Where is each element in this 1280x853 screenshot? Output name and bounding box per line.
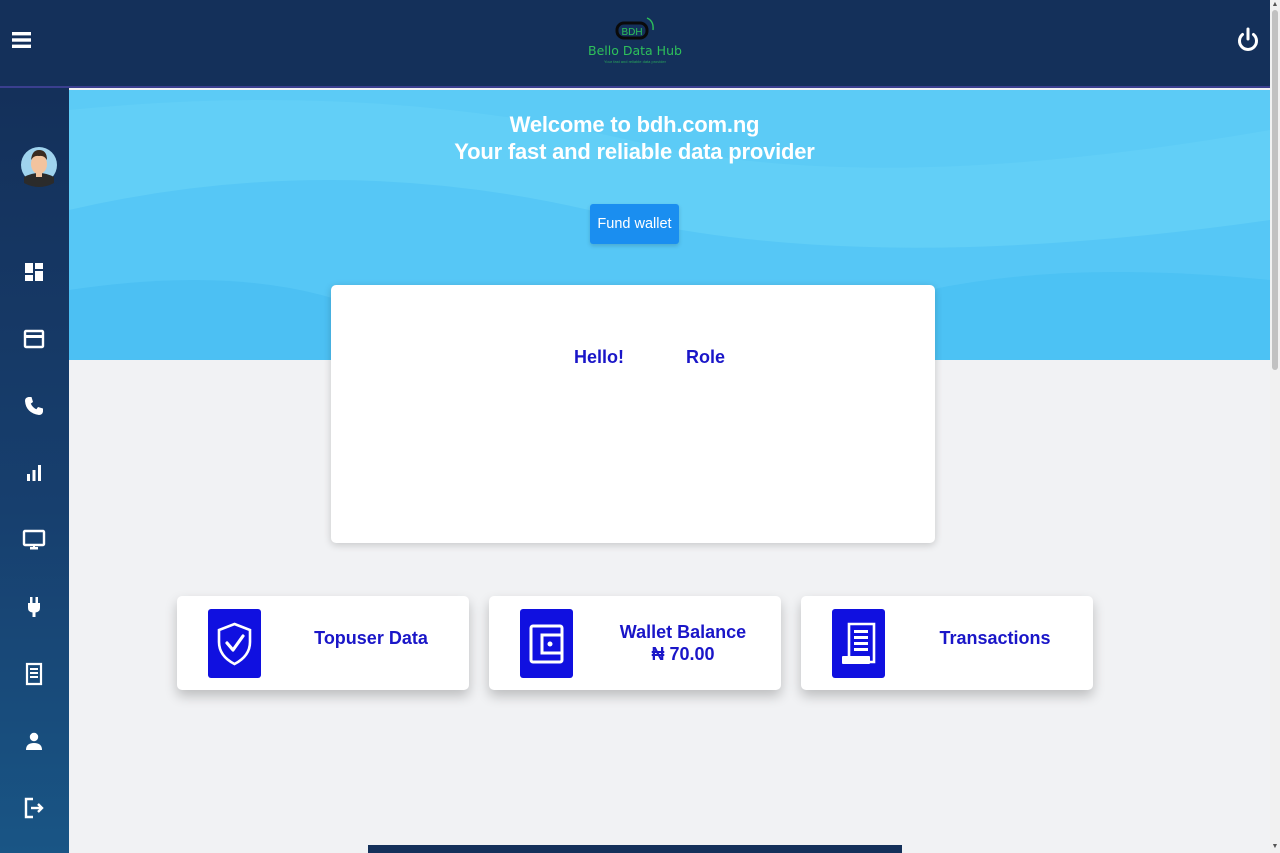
- monitor-icon[interactable]: [22, 528, 46, 552]
- dashboard-icon[interactable]: [22, 260, 46, 284]
- power-icon[interactable]: [1235, 26, 1261, 54]
- top-header: BDH Bello Data Hub Your fast and reliabl…: [0, 0, 1270, 88]
- hero-title-line2: Your fast and reliable data provider: [454, 139, 815, 164]
- welcome-card: Hello! Role: [331, 285, 935, 543]
- wallet-balance-card[interactable]: Wallet Balance ₦ 70.00: [489, 596, 781, 690]
- logo[interactable]: BDH Bello Data Hub Your fast and reliabl…: [585, 12, 685, 66]
- bar-chart-icon[interactable]: [22, 461, 46, 485]
- scroll-up-icon[interactable]: ▲: [1271, 1, 1279, 9]
- sidebar: [0, 88, 69, 853]
- logout-icon[interactable]: [22, 796, 46, 820]
- scroll-thumb[interactable]: [1272, 10, 1278, 370]
- user-icon[interactable]: [22, 729, 46, 753]
- shield-check-icon: [208, 609, 261, 678]
- card-icon[interactable]: [22, 327, 46, 351]
- hello-text: Hello!: [574, 347, 625, 367]
- wallet-icon: [520, 609, 573, 678]
- hamburger-menu-icon[interactable]: [10, 28, 34, 52]
- logo-name: Bello Data Hub: [588, 43, 682, 58]
- wallet-balance-label: Wallet Balance: [619, 622, 747, 642]
- receipt-icon: [832, 609, 885, 678]
- topuser-data-label: Topuser Data: [314, 628, 428, 648]
- hero-title-line1: Welcome to bdh.com.ng: [509, 112, 760, 137]
- topuser-data-card[interactable]: Topuser Data: [177, 596, 469, 690]
- fund-wallet-button[interactable]: Fund wallet: [590, 204, 679, 244]
- logo-mark-text: BDH: [621, 27, 642, 38]
- transactions-label: Transactions: [939, 628, 1051, 648]
- transactions-card[interactable]: Transactions: [801, 596, 1093, 690]
- logo-mark-icon: BDH: [615, 17, 654, 40]
- logo-tagline: Your fast and reliable data provider: [604, 59, 666, 64]
- avatar[interactable]: [20, 139, 58, 189]
- receipt-icon[interactable]: [22, 662, 46, 686]
- scrollbar[interactable]: ▲ ▼: [1270, 0, 1280, 853]
- role-text: Role: [686, 347, 726, 367]
- phone-icon[interactable]: [22, 394, 46, 418]
- plug-icon[interactable]: [22, 595, 46, 619]
- bottom-panel-edge: [368, 845, 902, 853]
- wallet-balance-value: ₦ 70.00: [651, 644, 715, 664]
- scroll-down-icon[interactable]: ▼: [1271, 843, 1279, 851]
